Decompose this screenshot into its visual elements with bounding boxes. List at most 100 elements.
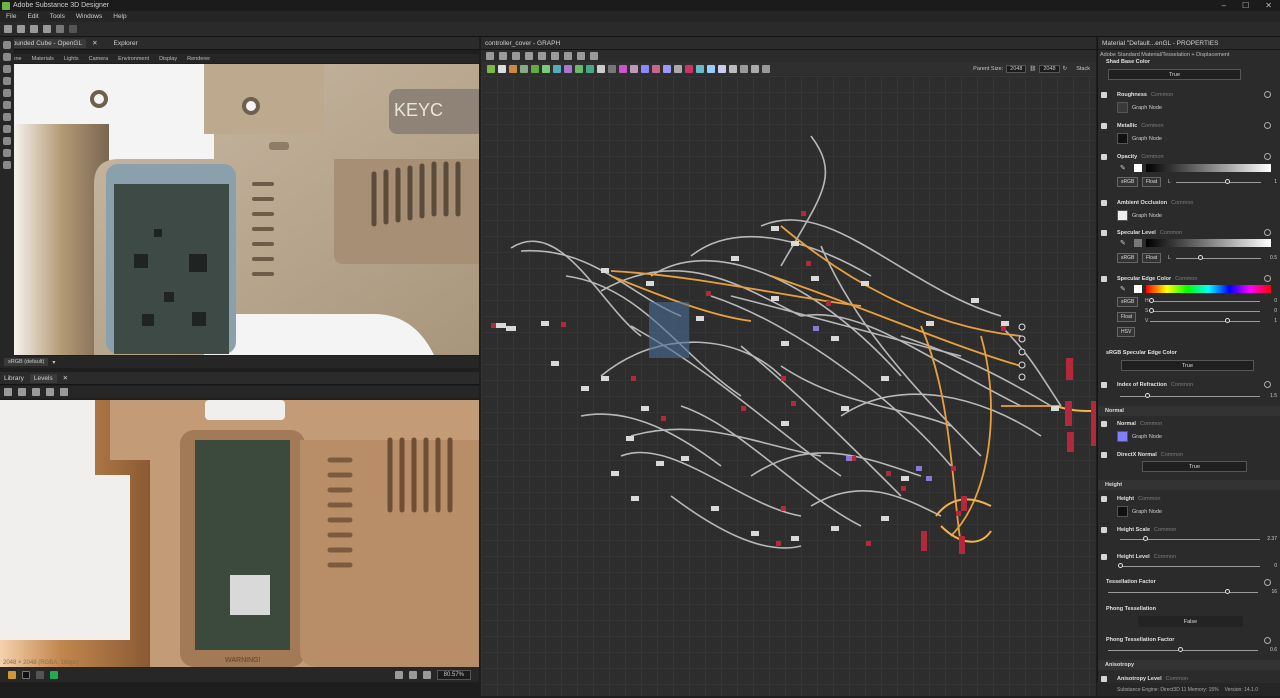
view-icon[interactable]	[4, 388, 12, 396]
roughness-checkbox[interactable]	[1101, 92, 1107, 98]
hue-slider-knob[interactable]	[1149, 298, 1154, 303]
ior-value[interactable]: 1.5	[1270, 393, 1277, 399]
tab-graph[interactable]: controller_cover - GRAPH	[485, 40, 560, 47]
snap-icon[interactable]	[590, 52, 598, 60]
stack-toggle[interactable]: Stack	[1076, 66, 1090, 72]
menu-display[interactable]: Display	[159, 56, 177, 62]
menu-tools[interactable]: Tools	[50, 13, 65, 20]
ao-thumbnail[interactable]	[1117, 210, 1128, 221]
reset-icon[interactable]	[1264, 579, 1271, 586]
menu-file[interactable]: File	[6, 13, 16, 20]
node-normal-icon[interactable]	[641, 64, 649, 73]
wireframe-icon[interactable]	[3, 149, 11, 157]
menu-windows[interactable]: Windows	[76, 13, 102, 20]
opacity-checkbox[interactable]	[1101, 154, 1107, 160]
save-image-icon[interactable]	[18, 388, 26, 396]
sphere-icon[interactable]	[3, 125, 11, 133]
reset-icon[interactable]	[1264, 381, 1271, 388]
hue-slider[interactable]	[1150, 301, 1260, 302]
node-directional-icon[interactable]	[564, 64, 572, 73]
phong-tessellation-false-button[interactable]: False	[1138, 616, 1243, 627]
specular-edge-swatch[interactable]	[1134, 285, 1142, 293]
menu-materials[interactable]: Materials	[32, 56, 54, 62]
s-value[interactable]: 0	[1274, 308, 1277, 314]
redo-icon[interactable]	[69, 25, 77, 33]
specular-edge-checkbox[interactable]	[1101, 276, 1107, 282]
normal-checkbox[interactable]	[1101, 421, 1107, 427]
float-button[interactable]: Float	[1142, 253, 1162, 263]
reset-icon[interactable]	[1264, 275, 1271, 282]
height-scale-slider-knob[interactable]	[1143, 536, 1148, 541]
reset-icon[interactable]	[1264, 91, 1271, 98]
height-section[interactable]: Height	[1098, 480, 1280, 490]
distribute-icon[interactable]	[577, 52, 585, 60]
grid-view-icon[interactable]	[394, 670, 403, 679]
frame-icon[interactable]	[486, 52, 494, 60]
ior-checkbox[interactable]	[1101, 382, 1107, 388]
node-uniform-icon[interactable]	[487, 64, 495, 73]
undo-icon[interactable]	[56, 25, 64, 33]
ao-checkbox[interactable]	[1101, 200, 1107, 206]
opacity-slider-knob[interactable]	[1225, 179, 1230, 184]
tab-3d-view[interactable]: Rounded Cube - OpenGL	[4, 38, 87, 48]
eyedropper-icon[interactable]: ✎	[1120, 239, 1126, 247]
specular-level-slider-knob[interactable]	[1198, 255, 1203, 260]
parent-size-select[interactable]: 2048	[1006, 64, 1027, 73]
grid-icon[interactable]	[3, 89, 11, 97]
shad-base-color-true-button[interactable]: True	[1108, 69, 1241, 80]
menu-renderer[interactable]: Renderer	[187, 56, 210, 62]
node-svg-icon[interactable]	[509, 64, 517, 73]
frame-node-icon[interactable]	[751, 64, 759, 73]
menu-environment[interactable]: Environment	[118, 56, 149, 62]
colorspace-select[interactable]: sRGB (default)	[4, 358, 49, 366]
size-select[interactable]: 2048	[1039, 64, 1060, 73]
fit-icon[interactable]	[422, 670, 431, 679]
specular-level-gradient[interactable]	[1146, 239, 1271, 247]
v-value[interactable]: 1	[1274, 318, 1277, 324]
height-level-slider-knob[interactable]	[1118, 563, 1123, 568]
pin-icon[interactable]	[762, 64, 770, 73]
chevron-down-icon[interactable]: ▾	[52, 359, 55, 366]
menu-help[interactable]: Help	[113, 13, 126, 20]
height-checkbox[interactable]	[1101, 496, 1107, 502]
srgb-specular-edge-true-button[interactable]: True	[1121, 360, 1254, 371]
height-thumbnail[interactable]	[1117, 506, 1128, 517]
node-gradient-icon[interactable]	[597, 64, 605, 73]
menu-camera[interactable]: Camera	[89, 56, 109, 62]
zoom-field[interactable]: 80.57%	[436, 669, 471, 680]
metallic-thumbnail[interactable]	[1117, 133, 1128, 144]
screenshot-icon[interactable]	[3, 77, 11, 85]
selected-frame[interactable]	[649, 302, 689, 358]
save-icon[interactable]	[30, 25, 38, 33]
close-button[interactable]: ✕	[1265, 1, 1272, 10]
close-icon[interactable]: ✕	[92, 39, 97, 47]
node-warp-icon[interactable]	[685, 64, 693, 73]
hsv-button[interactable]: HSV	[1117, 327, 1136, 337]
plane-icon[interactable]	[3, 137, 11, 145]
node-value-processor-icon[interactable]	[718, 64, 726, 73]
height-level-checkbox[interactable]	[1101, 554, 1107, 560]
height-scale-slider[interactable]	[1120, 539, 1260, 540]
specular-level-slider[interactable]	[1176, 258, 1261, 259]
axis-icon[interactable]	[3, 101, 11, 109]
reset-icon[interactable]	[1264, 122, 1271, 129]
node-bitmap-icon[interactable]	[498, 64, 506, 73]
camera-icon[interactable]	[3, 41, 11, 49]
comment-icon[interactable]	[740, 64, 748, 73]
node-sharpen-icon[interactable]	[652, 64, 660, 73]
reset-icon[interactable]	[1264, 229, 1271, 236]
new-icon[interactable]	[4, 25, 12, 33]
align-icon[interactable]	[564, 52, 572, 60]
saturation-slider-knob[interactable]	[1149, 308, 1154, 313]
roughness-thumbnail[interactable]	[1117, 102, 1128, 113]
open-icon[interactable]	[17, 25, 25, 33]
menu-lights[interactable]: Lights	[64, 56, 79, 62]
srgb-button[interactable]: sRGB	[1117, 297, 1139, 307]
channel-green-icon[interactable]	[50, 670, 58, 679]
height-level-slider[interactable]	[1120, 566, 1260, 567]
opacity-slider[interactable]	[1176, 182, 1261, 183]
environment-icon[interactable]	[3, 65, 11, 73]
node-pixel-processor-icon[interactable]	[707, 64, 715, 73]
directx-normal-checkbox[interactable]	[1101, 452, 1107, 458]
phong-factor-knob[interactable]	[1178, 647, 1183, 652]
